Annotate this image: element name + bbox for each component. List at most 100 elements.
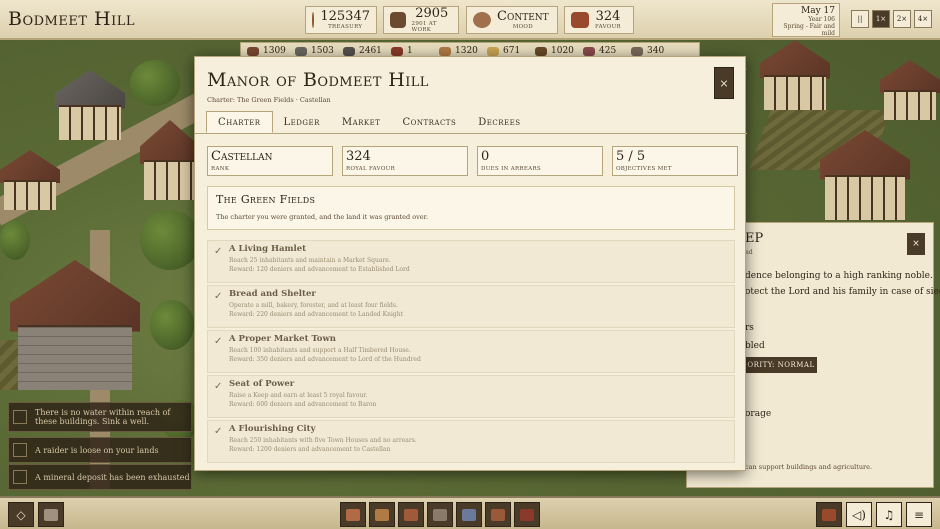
resource-cloth[interactable]: 425	[583, 46, 631, 56]
building-close-button[interactable]: ×	[907, 233, 925, 255]
notification-icon	[13, 410, 27, 424]
coin-bag-icon	[312, 12, 315, 28]
map-tree	[130, 60, 180, 106]
building-storage: orage	[745, 409, 772, 419]
building-status: bled	[745, 341, 765, 351]
objective-item[interactable]: ✓ A Proper Market Town Reach 100 inhabit…	[207, 330, 735, 373]
stone-icon	[295, 46, 307, 56]
favour-stat[interactable]: 324 Favour	[564, 6, 634, 34]
tab-market[interactable]: Market	[331, 111, 392, 133]
tools-icon	[631, 46, 643, 56]
town-name: Bodmeet Hill	[8, 8, 136, 30]
objective-list[interactable]: ✓ A Living Hamlet Reach 25 inhabitants a…	[207, 240, 735, 466]
building-workers: rs	[745, 323, 754, 333]
resource-meat[interactable]: 1	[391, 46, 439, 56]
speed-1x-button[interactable]: 1×	[872, 10, 890, 28]
map-keep[interactable]	[10, 260, 140, 390]
peasant-face-icon	[473, 12, 491, 28]
notification-deposit-exhausted[interactable]: A mineral deposit has been exhausted	[8, 464, 192, 490]
dues-card: 0 Dues in arrears	[477, 146, 603, 176]
bread-loaf-icon[interactable]	[369, 502, 395, 527]
charter-summary-cards: Castellan Rank 324 Royal favour 0 Dues i…	[207, 146, 738, 176]
top-bar: Bodmeet Hill 125347 Treasury 2905 2901 at …	[0, 0, 940, 40]
dialog-close-button[interactable]: ×	[714, 67, 734, 99]
notification-raider[interactable]: A raider is loose on your lands	[8, 437, 192, 463]
crossed-tools-icon[interactable]	[427, 502, 453, 527]
checkmark-icon: ✓	[214, 381, 223, 392]
cloth-icon	[583, 46, 595, 56]
mood-stat[interactable]: Content Mood	[466, 6, 558, 34]
charter-section: The Green Fields The charter you were gr…	[207, 186, 735, 230]
map-house[interactable]	[760, 40, 830, 110]
cart-icon[interactable]	[485, 502, 511, 527]
checkmark-icon: ✓	[214, 426, 223, 437]
favour-scroll-icon	[571, 12, 589, 28]
date-display: May 17 Year 106 Spring - Fair and mild	[772, 3, 840, 37]
notification-icon	[13, 470, 27, 484]
objective-item[interactable]: ✓ A Living Hamlet Reach 25 inhabitants a…	[207, 240, 735, 283]
section-description: The charter you were granted, and the la…	[216, 213, 429, 221]
resource-bread[interactable]: 1320	[439, 46, 487, 56]
building-description: dence belonging to a high ranking noble.	[745, 271, 933, 281]
rank-card: Castellan Rank	[207, 146, 333, 176]
map-tree	[0, 220, 30, 260]
resource-wheat[interactable]: 671	[487, 46, 535, 56]
speed-4x-button[interactable]: 4×	[914, 10, 932, 28]
fist-icon[interactable]	[398, 502, 424, 527]
notification-icon	[13, 443, 27, 457]
manor-dialog: Manor of Bodmeet Hill Charter: The Green…	[194, 56, 747, 471]
bread-icon	[439, 46, 451, 56]
priority-button[interactable]: ORITY: NORMAL	[745, 357, 817, 373]
map-house[interactable]	[0, 150, 60, 210]
workers-icon	[390, 12, 406, 28]
population-stat[interactable]: 2905 2901 at work	[383, 6, 459, 34]
meat-icon	[391, 46, 403, 56]
dialog-tabs: Charter Ledger Market Contracts Decrees	[206, 111, 532, 133]
wood-icon	[247, 46, 259, 56]
building-footnote: can support buildings and agriculture.	[745, 463, 873, 471]
banner-icon[interactable]	[514, 502, 540, 527]
objective-item[interactable]: ✓ Bread and Shelter Operate a mill, bake…	[207, 285, 735, 328]
checkmark-icon: ✓	[214, 336, 223, 347]
wheat-icon	[487, 46, 499, 56]
resource-tools[interactable]: 340	[631, 46, 679, 56]
checkmark-icon: ✓	[214, 291, 223, 302]
tab-charter[interactable]: Charter	[206, 111, 273, 133]
speaker-icon[interactable]: ◁)	[846, 502, 872, 527]
building-description: otect the Lord and his family in case of…	[745, 287, 940, 297]
map-house[interactable]	[820, 130, 910, 220]
hammer-icon[interactable]	[38, 502, 64, 527]
map-tree	[150, 300, 194, 350]
menu-icon[interactable]: ≡	[906, 502, 932, 527]
map-house[interactable]	[55, 70, 125, 140]
map-house[interactable]	[140, 120, 200, 200]
ale-icon	[535, 46, 547, 56]
objectives-card: 5 / 5 Objectives met	[612, 146, 738, 176]
map-house[interactable]	[880, 60, 940, 120]
resource-iron[interactable]: 2461	[343, 46, 391, 56]
tab-ledger[interactable]: Ledger	[273, 111, 331, 133]
tab-divider	[195, 133, 747, 134]
bottom-bar: ◇ ◁) ♫ ≡	[0, 496, 940, 529]
section-heading: The Green Fields	[216, 193, 316, 206]
checkmark-icon: ✓	[214, 246, 223, 257]
objective-item[interactable]: ✓ Seat of Power Raise a Keep and earn at…	[207, 375, 735, 418]
resource-ale[interactable]: 1020	[535, 46, 583, 56]
resource-stone[interactable]: 1503	[295, 46, 343, 56]
favour-scroll-icon[interactable]	[816, 502, 842, 527]
pause-button[interactable]: ||	[851, 10, 869, 28]
log-icon[interactable]	[340, 502, 366, 527]
music-note-icon[interactable]: ♫	[876, 502, 902, 527]
resource-wood[interactable]: 1309	[247, 46, 295, 56]
treasury-stat[interactable]: 125347 Treasury	[305, 6, 377, 34]
tab-contracts[interactable]: Contracts	[391, 111, 467, 133]
objective-item[interactable]: ✓ A Flourishing City Reach 250 inhabitan…	[207, 420, 735, 463]
royal-favour-card: 324 Royal favour	[342, 146, 468, 176]
building-title: EP	[745, 231, 764, 246]
select-diamond-icon[interactable]: ◇	[8, 502, 34, 527]
horse-icon[interactable]	[456, 502, 482, 527]
dialog-subtitle: Charter: The Green Fields · Castellan	[207, 96, 331, 104]
speed-2x-button[interactable]: 2×	[893, 10, 911, 28]
notification-no-water[interactable]: There is no water within reach of these …	[8, 402, 192, 432]
tab-decrees[interactable]: Decrees	[467, 111, 531, 133]
